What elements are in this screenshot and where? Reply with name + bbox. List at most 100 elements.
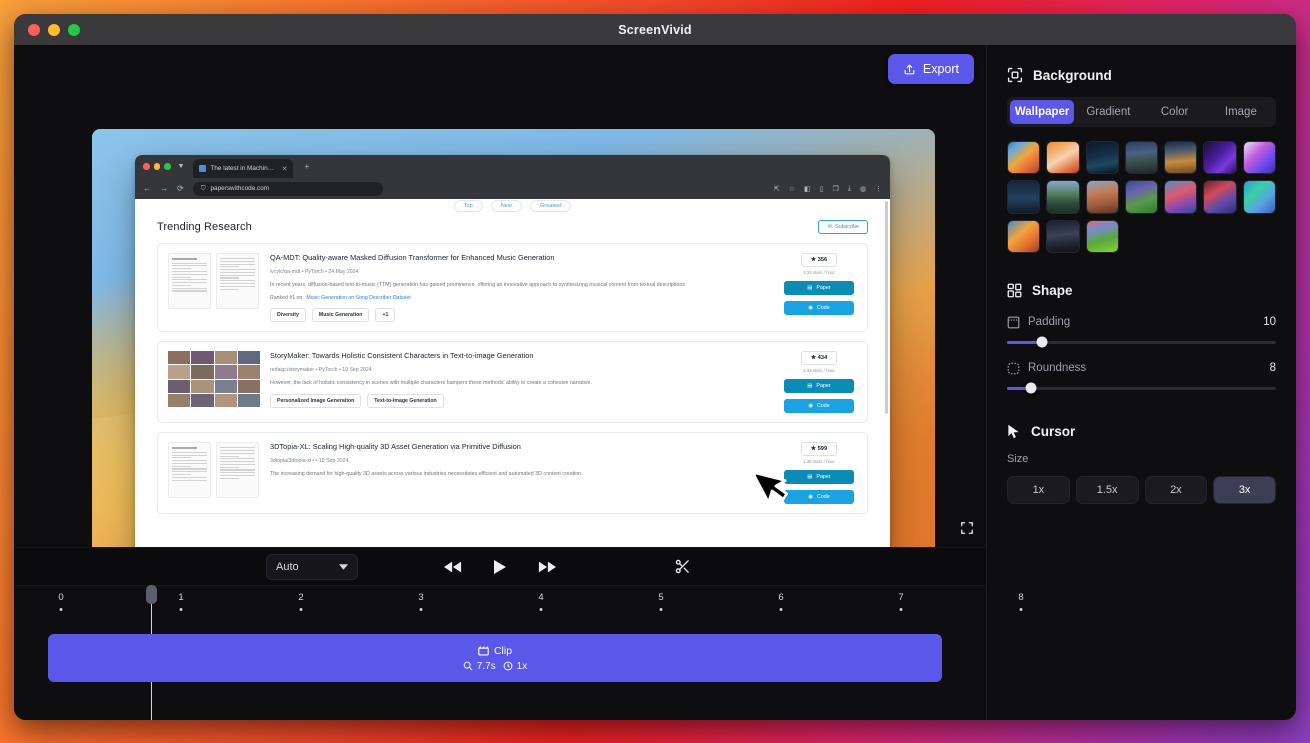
zoom-mode-select[interactable]: Auto (266, 553, 358, 580)
play-button[interactable] (494, 559, 506, 574)
wallpaper-thumb-big-sur-night[interactable] (1085, 141, 1119, 175)
paper-title[interactable]: 3DTopia-XL: Scaling High-quality 3D Asse… (270, 442, 771, 453)
wallpaper-thumb-catalina-island[interactable] (1124, 141, 1159, 175)
export-button[interactable]: Export (887, 54, 974, 84)
clip-info: 7.7s 1x (463, 661, 527, 672)
timeline[interactable]: 0 1 2 3 4 5 6 7 8 Clip 7.7s 1x (14, 585, 1024, 720)
close-tab-icon[interactable]: ✕ (282, 165, 288, 173)
filter-pill[interactable]: Greatest (529, 200, 572, 212)
cut-button[interactable] (674, 558, 691, 575)
subscribe-button[interactable]: ✉ Subscribe (818, 220, 868, 234)
new-tab-button[interactable]: + (304, 162, 309, 171)
tab-image[interactable]: Image (1209, 100, 1273, 124)
share-icon[interactable]: ⇱ (774, 185, 780, 193)
paper-link-button[interactable]: ▤ Paper (784, 281, 854, 295)
paper-star-rate: 3.33 stars / hour (803, 270, 835, 275)
wallpaper-thumb-red-ribbon[interactable] (1203, 180, 1237, 214)
tab-color[interactable]: Color (1143, 100, 1207, 124)
paper-tag-more[interactable]: +1 (375, 308, 396, 323)
padding-slider[interactable] (1007, 336, 1276, 348)
playhead-handle[interactable] (146, 585, 157, 604)
paper-card[interactable]: QA-MDT: Quality-aware Masked Diffusion T… (157, 243, 868, 333)
address-bar[interactable]: ⛉ paperswithcode.com (192, 181, 383, 196)
cursor-size-1.5x[interactable]: 1.5x (1075, 475, 1139, 504)
star-icon[interactable]: ☆ (789, 185, 795, 193)
paper-tag[interactable]: Personalized Image Generation (270, 394, 362, 409)
reload-icon[interactable]: ⟳ (177, 184, 184, 193)
export-bar: Export (14, 45, 986, 93)
cursor-size-3x[interactable]: 3x (1213, 475, 1276, 504)
tab-wallpaper[interactable]: Wallpaper (1010, 100, 1075, 124)
page-title: Trending Research (157, 221, 252, 233)
sidebar-icon[interactable]: ▯ (820, 185, 824, 193)
chevron-down-icon (339, 563, 348, 570)
paper-tag[interactable]: Text-to-Image Generation (367, 394, 444, 409)
clip-title: Clip (478, 645, 512, 657)
wallpaper-thumb-purple-aurora[interactable] (1203, 141, 1237, 175)
wallpaper-thumb-canyon-rocks[interactable] (1085, 180, 1119, 214)
cursor-size-2x[interactable]: 2x (1144, 475, 1208, 504)
more-menu-icon[interactable]: ⋮ (875, 185, 882, 193)
browser-tab[interactable]: The latest in Machine L... ✕ (193, 159, 294, 178)
clip-speed: 1x (516, 660, 528, 672)
filter-pill[interactable]: Top (453, 200, 483, 212)
wallpaper-thumb-mojave-dune[interactable] (1164, 141, 1198, 175)
roundness-slider[interactable] (1007, 382, 1276, 394)
code-link-button[interactable]: ◉ Code (784, 301, 854, 315)
tab-gradient[interactable]: Gradient (1076, 100, 1140, 124)
timeline-clip[interactable]: Clip 7.7s 1x (48, 634, 942, 682)
paper-body: StoryMaker: Towards Holistic Consistent … (270, 351, 771, 413)
rewind-button[interactable] (444, 561, 462, 573)
wallpaper-thumb-mountain-night[interactable] (1046, 219, 1080, 253)
cursor-size-1x[interactable]: 1x (1007, 475, 1070, 504)
browser-traffic-lights (143, 163, 171, 170)
paper-meta: redaigc/storymaker • PyTorch • 19 Sep 20… (270, 366, 372, 373)
roundness-slider-handle[interactable] (1025, 382, 1037, 394)
paper-card[interactable]: StoryMaker: Towards Holistic Consistent … (157, 341, 868, 424)
paper-title[interactable]: StoryMaker: Towards Holistic Consistent … (270, 351, 771, 362)
wallpaper-thumb-green-hills[interactable] (1124, 180, 1159, 214)
fast-forward-button[interactable] (538, 561, 556, 573)
wallpaper-thumb-sonoma-green[interactable] (1085, 219, 1119, 253)
copy-icon[interactable]: ❐ (833, 185, 839, 193)
wallpaper-thumb-magenta-wave[interactable] (1242, 141, 1277, 175)
paper-thumbnail (216, 442, 259, 499)
paper-thumbnail (216, 253, 259, 309)
paper-meta: 3dtopia/3dtopia-xl • • 19 Sep 2024 (270, 457, 349, 464)
code-link-button[interactable]: ◉ Code (784, 490, 854, 505)
filter-pill[interactable]: New (490, 200, 522, 212)
wallpaper-thumb-ventura-orange[interactable] (1007, 141, 1041, 175)
favicon-icon (199, 165, 207, 172)
paper-title[interactable]: QA-MDT: Quality-aware Masked Diffusion T… (270, 253, 771, 264)
clip-duration: 7.7s (476, 660, 496, 672)
wallpaper-thumb-lake-landscape[interactable] (1046, 180, 1080, 214)
code-link-button[interactable]: ◉ Code (784, 399, 854, 414)
preview-canvas[interactable]: ▼ The latest in Machine L... ✕ + ← → ⟳ (92, 129, 935, 597)
padding-slider-handle[interactable] (1036, 336, 1048, 348)
background-title: Background (1033, 67, 1112, 83)
paper-thumbnails (168, 253, 260, 322)
profile-icon[interactable]: ◍ (860, 185, 866, 193)
paper-link-button[interactable]: ▤ Paper (784, 470, 854, 485)
ruler-tick-label: 3 (418, 592, 424, 603)
site-settings-icon: ⛉ (200, 184, 206, 192)
page-scrollbar[interactable] (885, 201, 888, 414)
timeline-ruler[interactable]: 0 1 2 3 4 5 6 7 8 (14, 586, 1024, 620)
wallpaper-thumb-ventura-orange-2[interactable] (1007, 219, 1041, 253)
paper-tag[interactable]: Diversity (270, 308, 306, 323)
wallpaper-thumb-ventura-peach[interactable] (1046, 141, 1080, 175)
rank-link[interactable]: Music Generation on Song Describer Datas… (306, 295, 410, 301)
wallpaper-thumb-macos-dark-island[interactable] (1007, 180, 1041, 214)
extension-icon[interactable]: ◧ (804, 185, 811, 193)
download-icon[interactable]: ⤓ (848, 185, 851, 193)
wallpaper-thumb-sonoma-waves[interactable] (1164, 180, 1198, 214)
forward-arrow-icon[interactable]: → (160, 184, 168, 193)
wallpaper-thumb-teal-beams[interactable] (1242, 180, 1277, 214)
paper-actions: ★ 599 1.36 stars / hour ▤ Paper ◉ Code (781, 442, 857, 505)
fullscreen-icon[interactable] (960, 521, 974, 535)
film-icon (478, 645, 489, 656)
back-arrow-icon[interactable]: ← (143, 184, 151, 193)
paper-tag[interactable]: Music Generation (311, 308, 370, 323)
chevron-down-icon[interactable]: ▼ (178, 163, 185, 170)
paper-link-button[interactable]: ▤ Paper (784, 379, 854, 394)
